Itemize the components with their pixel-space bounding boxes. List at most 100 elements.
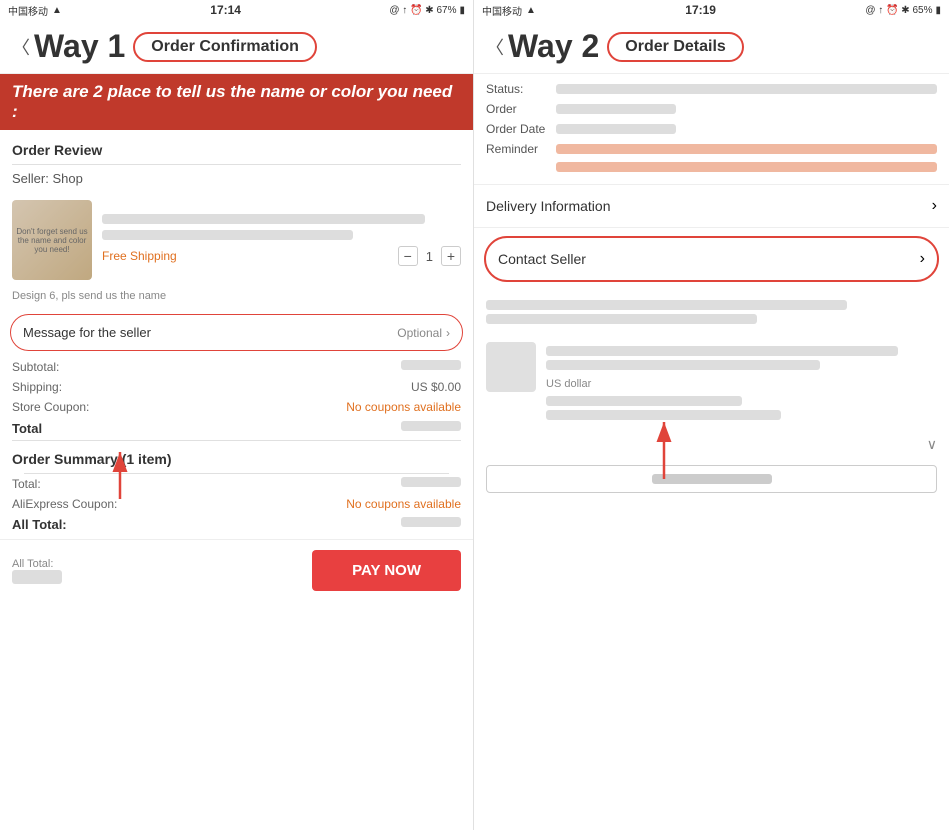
right-status-info: Status: Order Order Date Reminder bbox=[474, 74, 949, 185]
chevron-down-icon[interactable]: ∨ bbox=[927, 436, 937, 453]
store-coupon-row: Store Coupon: No coupons available bbox=[0, 397, 473, 417]
left-header: 〈 Way 1 Order Confirmation bbox=[0, 20, 473, 74]
order-summary-section: Order Summary (1 item) Total: AliExpress… bbox=[0, 441, 473, 539]
left-wifi-icon: ▲ bbox=[52, 5, 62, 16]
free-shipping-label: Free Shipping bbox=[102, 249, 177, 263]
total-value-blur bbox=[401, 421, 461, 431]
pay-total-label: All Total: bbox=[12, 558, 62, 570]
pay-now-area: All Total: PAY NOW bbox=[0, 539, 473, 601]
design-note: Design 6, pls send us the name bbox=[0, 288, 473, 308]
order-value-blur bbox=[556, 104, 676, 114]
product-details: Free Shipping − 1 + bbox=[102, 214, 461, 266]
blurred-section bbox=[474, 290, 949, 334]
right-screen-title-oval: Order Details bbox=[607, 32, 743, 62]
reminder-label: Reminder bbox=[486, 142, 556, 156]
order-label: Order bbox=[486, 102, 556, 116]
all-total-row: All Total: bbox=[12, 514, 461, 535]
right-carrier-text: 中国移动 bbox=[482, 3, 522, 18]
qty-minus-btn[interactable]: − bbox=[398, 246, 418, 266]
right-extra-blur bbox=[546, 410, 781, 420]
status-value-blur bbox=[556, 84, 937, 94]
right-header: 〈 Way 2 Order Details bbox=[474, 20, 949, 74]
left-screen-title: Order Confirmation bbox=[151, 38, 299, 55]
total-label: Total bbox=[12, 421, 42, 436]
right-product-thumb bbox=[486, 342, 536, 392]
product-row: Don't forget send us the name and color … bbox=[0, 192, 473, 288]
all-total-label: All Total: bbox=[12, 517, 67, 532]
left-screen-title-oval: Order Confirmation bbox=[133, 32, 317, 62]
delivery-label: Delivery Information bbox=[486, 198, 611, 214]
reminder-extra-blur bbox=[556, 162, 937, 172]
summary-total-label: Total: bbox=[12, 477, 41, 491]
order-date-row: Order Date bbox=[486, 122, 937, 136]
pay-total-section: All Total: bbox=[12, 558, 62, 584]
subtotal-label: Subtotal: bbox=[12, 360, 59, 374]
right-battery-icon: ▮ bbox=[935, 5, 941, 16]
product-image: Don't forget send us the name and color … bbox=[12, 200, 92, 280]
right-screen-title: Order Details bbox=[625, 38, 725, 55]
aliexpress-coupon-label: AliExpress Coupon: bbox=[12, 497, 117, 511]
product-image-inner: Don't forget send us the name and color … bbox=[12, 200, 92, 280]
left-carrier-text: 中国移动 bbox=[8, 3, 48, 18]
product-image-label: Don't forget send us the name and color … bbox=[12, 225, 92, 256]
shipping-label: Shipping: bbox=[12, 380, 62, 394]
left-icons-text: @ ↑ ⏰ ✱ 67% bbox=[389, 5, 456, 16]
contact-seller-chevron-icon: › bbox=[920, 250, 925, 268]
right-wifi-icon: ▲ bbox=[526, 5, 536, 16]
order-summary-title: Order Summary (1 item) bbox=[12, 451, 461, 473]
pay-now-button[interactable]: PAY NOW bbox=[312, 550, 461, 591]
blur-block-2 bbox=[486, 314, 757, 324]
message-seller-label: Message for the seller bbox=[23, 325, 151, 340]
summary-total-blur bbox=[401, 477, 461, 487]
delivery-chevron-icon: › bbox=[932, 197, 937, 215]
contact-seller-label: Contact Seller bbox=[498, 251, 586, 267]
shipping-row: Shipping: US $0.00 bbox=[0, 377, 473, 397]
message-seller-right: Optional › bbox=[397, 326, 450, 340]
quantity-control[interactable]: − 1 + bbox=[398, 246, 461, 266]
right-status-bar: 中国移动 ▲ 17:19 @ ↑ ⏰ ✱ 65% ▮ bbox=[474, 0, 949, 20]
blur-block-1 bbox=[486, 300, 847, 310]
left-battery-icon: ▮ bbox=[459, 5, 465, 16]
delivery-row[interactable]: Delivery Information › bbox=[474, 185, 949, 228]
store-coupon-value: No coupons available bbox=[346, 400, 461, 414]
subtotal-value-blur bbox=[401, 360, 461, 370]
reminder-value-blur bbox=[556, 144, 937, 154]
input-blur bbox=[652, 474, 772, 484]
message-seller-optional: Optional bbox=[397, 326, 442, 340]
right-content: Status: Order Order Date Reminder bbox=[474, 74, 949, 830]
aliexpress-coupon-row: AliExpress Coupon: No coupons available bbox=[12, 494, 461, 514]
right-time: 17:19 bbox=[685, 3, 716, 17]
left-content: There are 2 place to tell us the name or… bbox=[0, 74, 473, 830]
qty-plus-btn[interactable]: + bbox=[441, 246, 461, 266]
message-seller-chevron: › bbox=[446, 326, 450, 340]
subtotal-row: Subtotal: bbox=[0, 357, 473, 377]
order-date-value-blur bbox=[556, 124, 676, 134]
reminder-row: Reminder bbox=[486, 142, 937, 156]
right-product-details: US dollar bbox=[546, 342, 937, 424]
order-date-label: Order Date bbox=[486, 122, 556, 136]
right-price-blur bbox=[546, 396, 742, 406]
right-desc-blur-2 bbox=[546, 360, 820, 370]
right-status-icons: @ ↑ ⏰ ✱ 65% ▮ bbox=[865, 5, 941, 16]
dropdown-row: ∨ bbox=[474, 432, 949, 457]
right-product-row: US dollar bbox=[474, 334, 949, 432]
contact-seller-row[interactable]: Contact Seller › bbox=[484, 236, 939, 282]
total-row: Total bbox=[0, 417, 473, 440]
all-total-blur bbox=[401, 517, 461, 527]
pay-total-value-blur bbox=[12, 570, 62, 584]
right-carrier-icons: 中国移动 ▲ bbox=[482, 3, 536, 18]
input-box[interactable] bbox=[486, 465, 937, 493]
left-back-arrow[interactable]: 〈 bbox=[12, 34, 30, 60]
left-carrier-icons: 中国移动 ▲ bbox=[8, 3, 62, 18]
status-label: Status: bbox=[486, 82, 556, 96]
right-back-arrow[interactable]: 〈 bbox=[486, 34, 504, 60]
product-desc-blur-1 bbox=[102, 214, 425, 224]
message-seller-row[interactable]: Message for the seller Optional › bbox=[10, 314, 463, 351]
qty-value: 1 bbox=[426, 249, 433, 264]
status-info-row: Status: bbox=[486, 82, 937, 96]
right-way-label: Way 2 bbox=[508, 28, 599, 65]
left-way-label: Way 1 bbox=[34, 28, 125, 65]
aliexpress-coupon-value: No coupons available bbox=[346, 497, 461, 511]
red-banner: There are 2 place to tell us the name or… bbox=[0, 74, 473, 130]
right-icons-text: @ ↑ ⏰ ✱ 65% bbox=[865, 5, 932, 16]
